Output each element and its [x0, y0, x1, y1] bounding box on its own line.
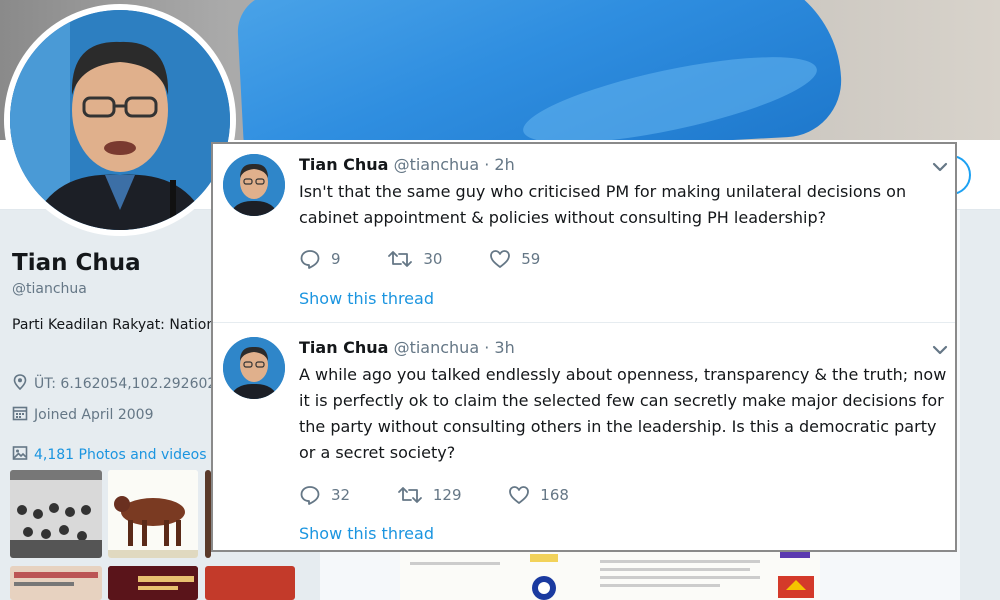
tweets-overlay-card: Tian Chua @tianchua · 2h Isn't that the …	[211, 142, 957, 552]
tweet-divider	[213, 322, 955, 323]
retweet-button[interactable]: 30	[387, 248, 442, 270]
tweet-separator-dot: ·	[484, 338, 490, 357]
tweet-timestamp[interactable]: 2h	[494, 155, 514, 174]
tweet-author-handle[interactable]: @tianchua	[394, 338, 480, 357]
profile-joined-text: Joined April 2009	[34, 407, 154, 423]
image-icon	[12, 445, 30, 465]
media-thumbnail-4[interactable]	[10, 566, 102, 600]
like-button[interactable]: 59	[489, 248, 540, 270]
background-document-image	[400, 545, 820, 600]
tweet-author-handle[interactable]: @tianchua	[394, 155, 480, 174]
chevron-down-icon[interactable]	[931, 341, 949, 359]
chevron-down-icon[interactable]	[931, 158, 949, 176]
profile-avatar[interactable]	[4, 4, 236, 236]
tweet-header: Tian Chua @tianchua · 3h	[299, 338, 515, 357]
tweet-author-name[interactable]: Tian Chua	[299, 338, 388, 357]
like-count: 168	[540, 486, 569, 504]
retweet-button[interactable]: 129	[397, 484, 462, 506]
media-thumbnail-5[interactable]	[108, 566, 198, 600]
show-thread-link[interactable]: Show this thread	[299, 289, 434, 308]
tweet-timestamp[interactable]: 3h	[494, 338, 514, 357]
tweet-text: Isn't that the same guy who criticised P…	[299, 182, 907, 227]
tweet-avatar[interactable]	[223, 154, 285, 216]
reply-icon	[300, 250, 320, 269]
heart-icon	[509, 486, 530, 504]
reply-icon	[300, 486, 320, 505]
reply-count: 9	[331, 250, 341, 268]
reply-count: 32	[331, 486, 351, 504]
profile-name[interactable]: Tian Chua	[12, 250, 141, 276]
retweet-icon	[397, 487, 422, 503]
photos-videos-label: 4,181 Photos and videos	[34, 447, 207, 463]
media-thumbnail-1[interactable]	[10, 470, 102, 558]
right-sidebar	[962, 210, 1000, 600]
profile-handle: @tianchua	[12, 281, 87, 297]
reply-button[interactable]: 9	[299, 248, 341, 270]
tweet-separator-dot: ·	[484, 155, 490, 174]
tweet-text: A while ago you talked endlessly about o…	[299, 365, 947, 462]
show-thread-link[interactable]: Show this thread	[299, 524, 434, 543]
photos-videos-link[interactable]: 4,181 Photos and videos	[12, 445, 207, 465]
retweet-count: 30	[423, 250, 443, 268]
location-pin-icon	[12, 374, 30, 394]
tweet-header: Tian Chua @tianchua · 2h	[299, 155, 515, 174]
profile-joined: Joined April 2009	[12, 405, 154, 425]
media-thumbnail-6[interactable]	[205, 566, 295, 600]
profile-location-text: ÜT: 6.162054,102.292602	[34, 376, 217, 392]
tweet-actions: 9 30 59	[299, 248, 582, 274]
tweet-avatar[interactable]	[223, 337, 285, 399]
tweet-author-name[interactable]: Tian Chua	[299, 155, 388, 174]
profile-bio: Parti Keadilan Rakyat: National Vice Pre…	[12, 317, 212, 333]
calendar-icon	[12, 405, 30, 425]
like-count: 59	[521, 250, 541, 268]
heart-icon	[490, 250, 511, 268]
retweet-icon	[388, 251, 413, 267]
profile-location: ÜT: 6.162054,102.292602	[12, 374, 216, 394]
like-button[interactable]: 168	[508, 484, 569, 506]
reply-button[interactable]: 32	[299, 484, 350, 506]
retweet-count: 129	[432, 486, 462, 504]
tweet-actions: 32 129 168	[299, 484, 611, 510]
media-thumbnail-2[interactable]	[108, 470, 198, 558]
